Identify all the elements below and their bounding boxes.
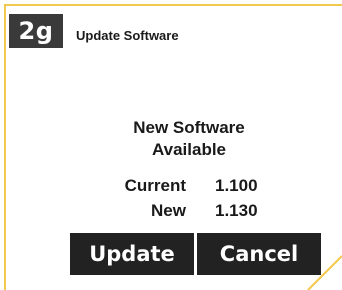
screen-title: Update Software [76, 28, 179, 43]
message-line-2: Available [151, 140, 227, 159]
current-version-label: Current [124, 176, 186, 195]
cancel-button[interactable]: Cancel [197, 233, 321, 275]
new-version-row: New 1.130 [100, 201, 280, 223]
new-version-value: 1.130 [215, 201, 258, 220]
current-version-row: Current 1.100 [100, 176, 280, 198]
update-button[interactable]: Update [70, 233, 194, 275]
step-badge: 2g [9, 14, 63, 48]
new-version-label: New [151, 201, 186, 220]
message-line-1: New Software [133, 118, 245, 137]
update-message: New Software Available [110, 117, 268, 161]
current-version-value: 1.100 [215, 176, 258, 195]
